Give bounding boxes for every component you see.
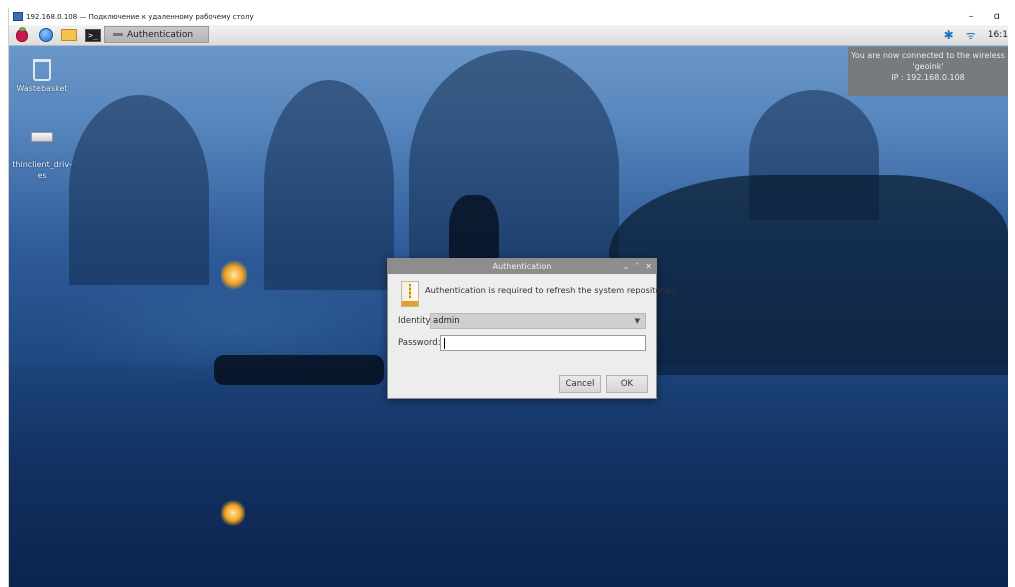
window-icon — [113, 33, 123, 36]
dialog-window-controls: ⌄ ˄ ✕ — [623, 259, 652, 274]
mountain-silhouette — [264, 80, 394, 290]
desktop-icon-label: thinclient_driv- es — [12, 160, 72, 180]
taskbar-item-label: Authentication — [127, 29, 194, 40]
lantern-glow — [221, 260, 247, 290]
clock[interactable]: 16:1 — [988, 30, 1008, 40]
web-browser-button[interactable] — [37, 27, 55, 43]
wifi-notification[interactable]: You are now connected to the wireless ne… — [848, 47, 1008, 96]
identity-label: Identity: — [398, 316, 433, 326]
dialog-title: Authentication — [492, 262, 552, 271]
desktop-icon-wastebasket[interactable]: Wastebasket — [10, 59, 74, 94]
notification-line: 'geoink' — [912, 62, 944, 71]
notification-line: You are now connected to the wireless ne… — [851, 51, 1008, 60]
lantern-reflection — [221, 500, 245, 526]
mountain-silhouette — [69, 95, 209, 285]
screen-frame: 192.168.0.108 — Подключение к удаленному… — [8, 8, 1008, 587]
authentication-dialog: Authentication ⌄ ˄ ✕ Authentication is r… — [387, 258, 676, 399]
minimize-button[interactable]: – — [969, 11, 974, 22]
desktop-icon-thinclient-drives[interactable]: thinclient_driv- es — [10, 115, 74, 192]
dialog-close-button[interactable]: ✕ — [645, 262, 652, 271]
desktop-icon-label: Wastebasket — [16, 84, 68, 93]
rdp-window-controls: – ɑ — [969, 8, 1000, 25]
mountain-silhouette — [409, 50, 619, 290]
raspberry-menu-button[interactable] — [13, 26, 31, 43]
notification-line: IP : 192.168.0.108 — [891, 73, 965, 82]
raspberry-menu-icon — [16, 26, 28, 42]
auth-message: Authentication is required to refresh th… — [425, 285, 676, 295]
dialog-maximize-button[interactable]: ˄ — [635, 262, 639, 271]
system-tray: ✱ ᯤ 16:1 — [944, 25, 1008, 45]
rdp-window-title: 192.168.0.108 — Подключение к удаленному… — [26, 12, 254, 21]
taskbar-panel: >_ Authentication ✱ ᯤ 16:1 — [9, 25, 1008, 46]
wifi-icon[interactable]: ᯤ — [966, 28, 976, 43]
identity-value: admin — [433, 316, 460, 326]
globe-icon — [39, 28, 53, 42]
drive-icon — [31, 132, 53, 142]
dialog-titlebar[interactable]: Authentication ⌄ ˄ ✕ — [388, 259, 656, 274]
terminal-icon: >_ — [85, 28, 101, 42]
taskbar-item-authentication[interactable]: Authentication — [104, 26, 209, 43]
dialog-minimize-button[interactable]: ⌄ — [623, 262, 630, 271]
restore-button[interactable]: ɑ — [994, 11, 1000, 22]
text-cursor — [444, 338, 445, 349]
bluetooth-icon[interactable]: ✱ — [944, 28, 954, 42]
boat-silhouette — [214, 355, 384, 385]
rdp-window-titlebar: 192.168.0.108 — Подключение к удаленному… — [9, 8, 1008, 25]
password-input[interactable] — [440, 335, 646, 351]
rdp-app-icon — [13, 12, 23, 21]
file-manager-button[interactable] — [59, 27, 79, 43]
dropdown-arrow-icon: ▼ — [634, 317, 640, 325]
identity-select[interactable]: admin ▼ — [430, 313, 646, 329]
authentication-icon — [401, 281, 419, 307]
desktop: Wastebasket thinclient_driv- es >_ Authe… — [9, 25, 1008, 587]
password-label: Password: — [398, 338, 441, 348]
cancel-button[interactable]: Cancel — [559, 375, 601, 393]
folder-icon — [61, 29, 77, 41]
terminal-button[interactable]: >_ — [83, 27, 103, 43]
wastebasket-icon — [33, 59, 51, 81]
treeline-silhouette — [609, 175, 1008, 375]
ok-button[interactable]: OK — [606, 375, 648, 393]
